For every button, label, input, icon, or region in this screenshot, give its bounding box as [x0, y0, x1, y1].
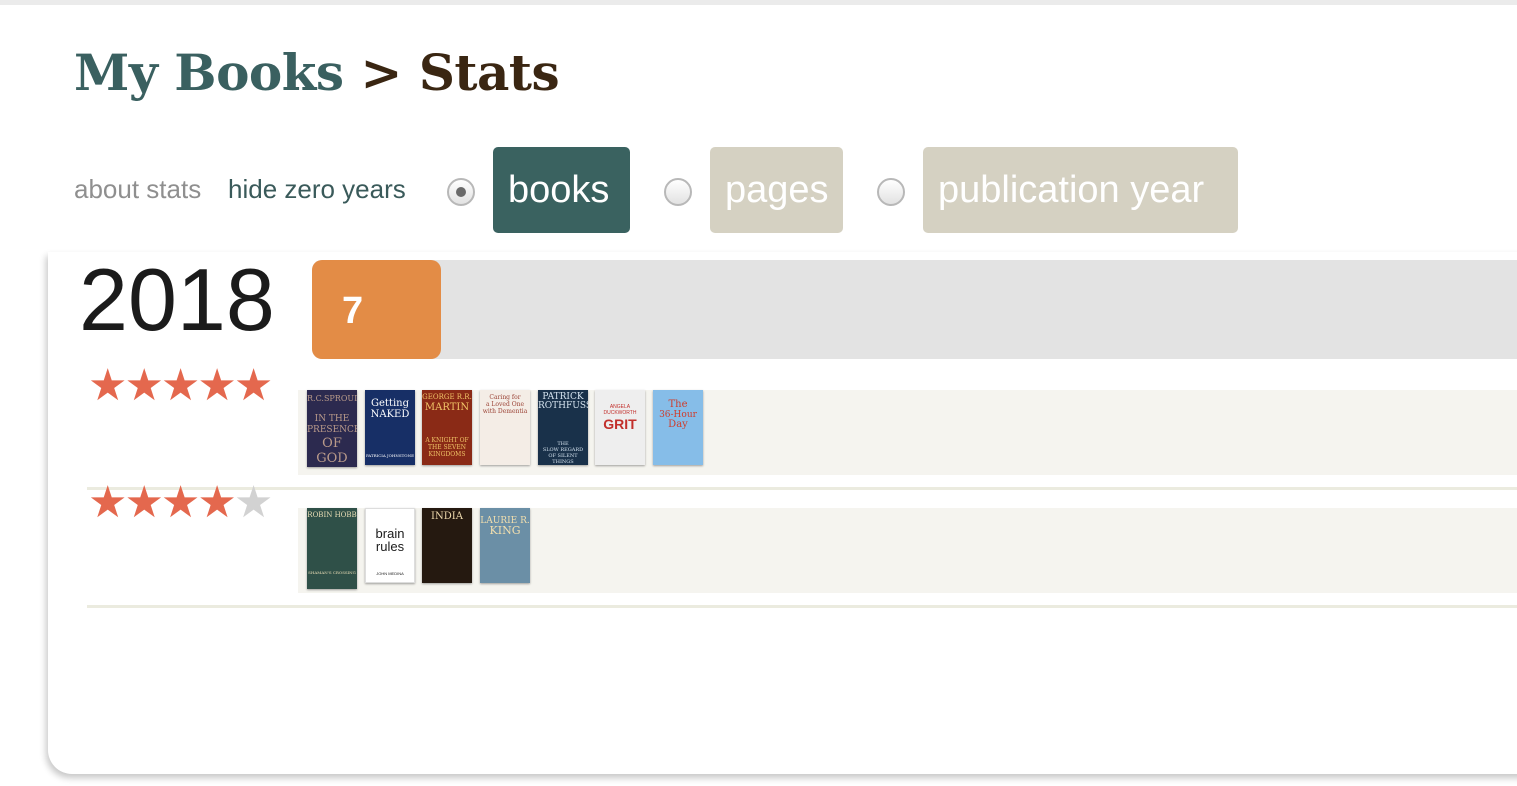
top-divider [0, 0, 1517, 5]
publication-year-radio[interactable] [877, 178, 905, 206]
book-cover[interactable]: Getting NAKED PATRICIA JOHNSTONE [365, 390, 415, 465]
year-label: 2018 [79, 250, 275, 349]
book-cover[interactable]: ANGELA DUCKWORTH GRIT [595, 390, 645, 465]
about-stats-link[interactable]: about stats [74, 170, 201, 208]
hide-zero-years-link[interactable]: hide zero years [228, 170, 406, 208]
star-filled-icon: ★ [88, 361, 127, 410]
rating-4-stars: ★★★★★ [88, 478, 273, 527]
page-title: My Books > Stats [74, 38, 560, 108]
book-cover[interactable]: LAURIE R. KING [480, 508, 530, 583]
book-cover[interactable]: R.C.SPROUL IN THE PRESENCE OF GOD [307, 390, 357, 467]
book-cover[interactable]: INDIA [422, 508, 472, 583]
star-filled-icon: ★ [124, 478, 163, 527]
book-cover[interactable]: brain rules JOHN MEDINA [365, 508, 415, 583]
book-cover[interactable]: GEORGE R.R. MARTIN A KNIGHT OF THE SEVEN KIN… [422, 390, 472, 465]
rating-5-stars: ★★★★★ [88, 361, 273, 410]
star-filled-icon: ★ [233, 361, 273, 410]
year-bar-track [312, 260, 1517, 359]
pages-radio[interactable] [664, 178, 692, 206]
book-cover[interactable]: PATRICK ROTHFUSS THE SLOW REGARD OF SILENT T… [538, 390, 588, 465]
star-filled-icon: ★ [160, 361, 200, 410]
book-cover[interactable]: ROBIN HOBB SHAMAN'S CROSSING [307, 508, 357, 589]
star-filled-icon: ★ [197, 478, 236, 527]
books-radio[interactable] [447, 178, 475, 206]
books-option-button[interactable]: books [493, 147, 630, 233]
pages-option-button[interactable]: pages [710, 147, 843, 233]
star-filled-icon: ★ [88, 478, 127, 527]
publication-year-option-button[interactable]: publication year [923, 147, 1238, 233]
breadcrumb-current-stats: Stats [418, 43, 560, 102]
star-filled-icon: ★ [160, 478, 200, 527]
year-book-count: 7 [342, 290, 364, 332]
book-cover[interactable]: Caring for a Loved One with Dementia [480, 390, 530, 465]
star-empty-icon: ★ [233, 478, 273, 527]
breadcrumb-my-books-link[interactable]: My Books [74, 43, 344, 102]
row-divider [87, 605, 1517, 608]
star-filled-icon: ★ [124, 361, 163, 410]
year-bar-fill[interactable] [312, 260, 441, 359]
book-cover[interactable]: The 36-Hour Day [653, 390, 703, 465]
breadcrumb-separator: > [360, 43, 402, 102]
row-divider [87, 487, 1517, 490]
star-filled-icon: ★ [197, 361, 236, 410]
